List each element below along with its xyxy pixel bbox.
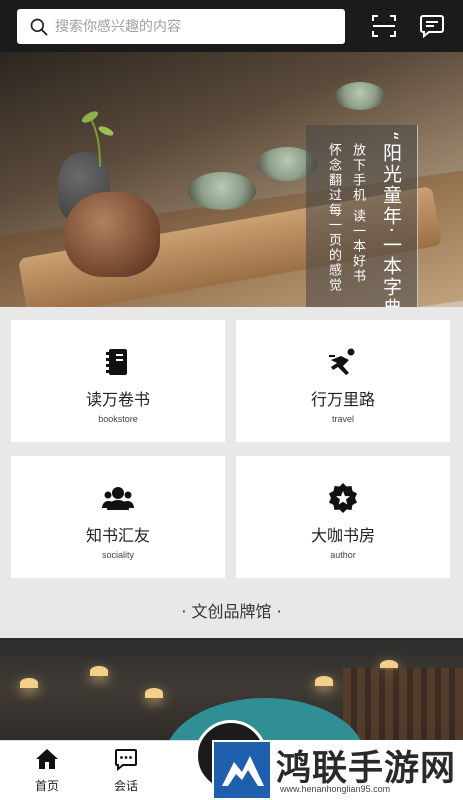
card-subtitle: bookstore: [98, 414, 138, 424]
card-travel[interactable]: 行万里路 travel: [236, 320, 450, 442]
card-subtitle: sociality: [101, 550, 134, 560]
card-subtitle: travel: [331, 414, 354, 424]
hero-plant: [81, 111, 114, 167]
scan-icon[interactable]: [371, 13, 397, 39]
tab-chat[interactable]: 会话: [96, 747, 156, 794]
card-subtitle: author: [330, 550, 356, 560]
hero-cup: [335, 82, 385, 110]
card-title: 读万卷书: [85, 390, 150, 409]
card-title: 大咖书房: [310, 526, 375, 545]
hero-line-1: 放下手机 读一本好书: [350, 143, 365, 285]
card-author[interactable]: 大咖书房 author: [236, 456, 450, 578]
top-bar: [0, 0, 463, 52]
star-badge-icon: [329, 483, 357, 513]
watermark-url: www.henanhonglian95.com: [280, 784, 391, 794]
tab-label: 首页: [34, 779, 59, 793]
card-bookstore[interactable]: 读万卷书 bookstore: [11, 320, 225, 442]
search-input[interactable]: [55, 18, 325, 35]
watermark-logo: [214, 742, 270, 798]
section-title: · 文创品牌馆 ·: [181, 602, 282, 621]
card-title: 行万里路: [310, 390, 375, 409]
hero-banner[interactable]: “阳光童年·一本字典” 放下手机 读一本好书 怀念翻过每一页的感觉: [0, 52, 463, 307]
book-icon: [106, 349, 127, 375]
message-icon[interactable]: [419, 13, 445, 39]
home-icon: [36, 749, 58, 769]
group-icon: [102, 487, 134, 510]
search-box[interactable]: [17, 9, 345, 44]
banner-lamp: [90, 666, 108, 676]
search-icon: [30, 18, 48, 35]
tab-home[interactable]: 首页: [17, 747, 77, 794]
hero-title: “阳光童年·一本字典”: [380, 131, 402, 307]
hero-line-2: 怀念翻过每一页的感觉: [326, 143, 341, 293]
hero-teapot: [65, 192, 160, 277]
tab-label: 会话: [113, 779, 138, 793]
hero-cup: [188, 172, 256, 210]
hero-poem-panel: “阳光童年·一本字典” 放下手机 读一本好书 怀念翻过每一页的感觉: [306, 125, 418, 307]
banner-lamp: [145, 688, 163, 698]
banner-lamp: [315, 676, 333, 686]
banner-lamp: [20, 678, 38, 688]
runner-icon: [329, 348, 355, 375]
card-title: 知书汇友: [85, 526, 150, 545]
chat-icon: [115, 749, 137, 771]
card-sociality[interactable]: 知书汇友 sociality: [11, 456, 225, 578]
